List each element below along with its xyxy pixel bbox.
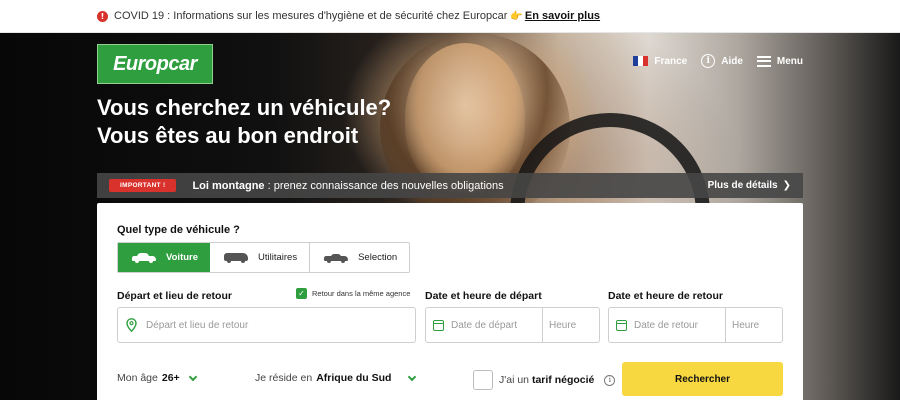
- vehicle-type-utility-label: Utilitaires: [258, 252, 298, 263]
- pointing-hand-icon: 👉: [510, 10, 523, 22]
- return-date-placeholder: Date de retour: [634, 319, 698, 331]
- chevron-down-icon: [408, 372, 417, 381]
- booking-form: Quel type de véhicule ? Voiture Utilitai…: [97, 203, 803, 400]
- vehicle-type-question: Quel type de véhicule ?: [117, 224, 240, 236]
- residence-value: Afrique du Sud: [316, 372, 392, 384]
- info-icon[interactable]: i: [604, 374, 616, 386]
- departure-datetime-input: Date de départ Heure: [425, 307, 600, 343]
- departure-time-placeholder: Heure: [549, 319, 577, 331]
- vehicle-type-car-label: Voiture: [166, 252, 199, 263]
- top-navigation: France i Aide Menu: [633, 54, 803, 68]
- residence-label: Je réside en: [255, 372, 313, 384]
- hero-headline: Vous cherchez un véhicule? Vous êtes au …: [97, 94, 391, 150]
- age-selector[interactable]: Mon âge 26+: [117, 372, 200, 384]
- return-time-input[interactable]: Heure: [726, 308, 782, 342]
- help-link[interactable]: i Aide: [701, 54, 743, 68]
- hero-headline-line1: Vous cherchez un véhicule?: [97, 95, 392, 120]
- more-details-label: Plus de détails: [707, 180, 778, 191]
- hamburger-menu-icon: [756, 55, 771, 67]
- same-agency-return-label: Retour dans la même agence: [312, 289, 411, 298]
- alert-icon: !: [97, 10, 108, 22]
- negotiated-rate-label: J'ai un tarif négocié: [499, 374, 595, 386]
- chevron-down-icon: [188, 372, 197, 381]
- calendar-icon: [616, 319, 627, 331]
- chevron-right-icon: ❯: [782, 180, 791, 191]
- car-icon: [130, 252, 158, 263]
- van-icon: [222, 252, 250, 263]
- return-datetime-input: Date de retour Heure: [608, 307, 783, 343]
- covid-learn-more-link[interactable]: En savoir plus: [525, 10, 600, 22]
- vehicle-type-car[interactable]: Voiture: [118, 243, 211, 272]
- residence-selector[interactable]: Je réside en Afrique du Sud: [255, 372, 419, 384]
- vehicle-type-selection[interactable]: Selection: [310, 243, 409, 272]
- vehicle-type-selector: Voiture Utilitaires Selection: [117, 242, 411, 273]
- pickup-location-label: Départ et lieu de retour: [117, 290, 232, 302]
- departure-datetime-label: Date et heure de départ: [425, 290, 542, 302]
- menu-button[interactable]: Menu: [756, 55, 803, 67]
- alert-text: : prenez connaissance des nouvelles obli…: [264, 179, 504, 192]
- search-button[interactable]: Rechercher: [622, 362, 783, 396]
- covid-notice-text: COVID 19 : Informations sur les mesures …: [114, 10, 508, 22]
- pickup-location-placeholder: Départ et lieu de retour: [146, 319, 249, 331]
- departure-time-input[interactable]: Heure: [543, 308, 599, 342]
- covid-notice-bar: ! COVID 19 : Informations sur les mesure…: [0, 0, 900, 33]
- important-badge: IMPORTANT !: [109, 179, 177, 192]
- menu-label: Menu: [776, 55, 803, 67]
- pickup-location-input[interactable]: Départ et lieu de retour: [117, 307, 416, 343]
- return-date-input[interactable]: Date de retour: [609, 308, 726, 342]
- age-label: Mon âge: [117, 372, 158, 384]
- france-flag-icon: [633, 56, 649, 66]
- calendar-icon: [433, 319, 444, 331]
- checkmark-icon: ✓: [296, 288, 307, 299]
- country-label: France: [654, 55, 688, 67]
- departure-date-placeholder: Date de départ: [451, 319, 518, 331]
- location-pin-icon: [126, 318, 137, 332]
- departure-date-input[interactable]: Date de départ: [426, 308, 543, 342]
- return-datetime-label: Date et heure de retour: [608, 290, 723, 302]
- europcar-logo[interactable]: Europcar: [97, 44, 213, 84]
- important-alert-bar: IMPORTANT ! Loi montagne : prenez connai…: [97, 173, 803, 198]
- country-selector[interactable]: France: [633, 56, 687, 67]
- negotiated-rate-checkbox[interactable]: [473, 370, 493, 390]
- premium-car-icon: [322, 253, 350, 263]
- return-time-placeholder: Heure: [732, 319, 760, 331]
- logo-text: Europcar: [113, 52, 197, 75]
- same-agency-return-checkbox[interactable]: ✓ Retour dans la même agence: [296, 288, 410, 299]
- vehicle-type-selection-label: Selection: [358, 252, 398, 263]
- more-details-link[interactable]: Plus de détails ❯: [708, 180, 791, 191]
- help-label: Aide: [721, 55, 743, 67]
- info-icon: i: [701, 54, 716, 68]
- vehicle-type-utility[interactable]: Utilitaires: [210, 243, 311, 272]
- negotiated-rate-option: J'ai un tarif négocié i: [473, 370, 616, 390]
- alert-title: Loi montagne: [192, 179, 265, 192]
- hero-headline-line2: Vous êtes au bon endroit: [97, 123, 359, 148]
- age-value: 26+: [161, 372, 180, 384]
